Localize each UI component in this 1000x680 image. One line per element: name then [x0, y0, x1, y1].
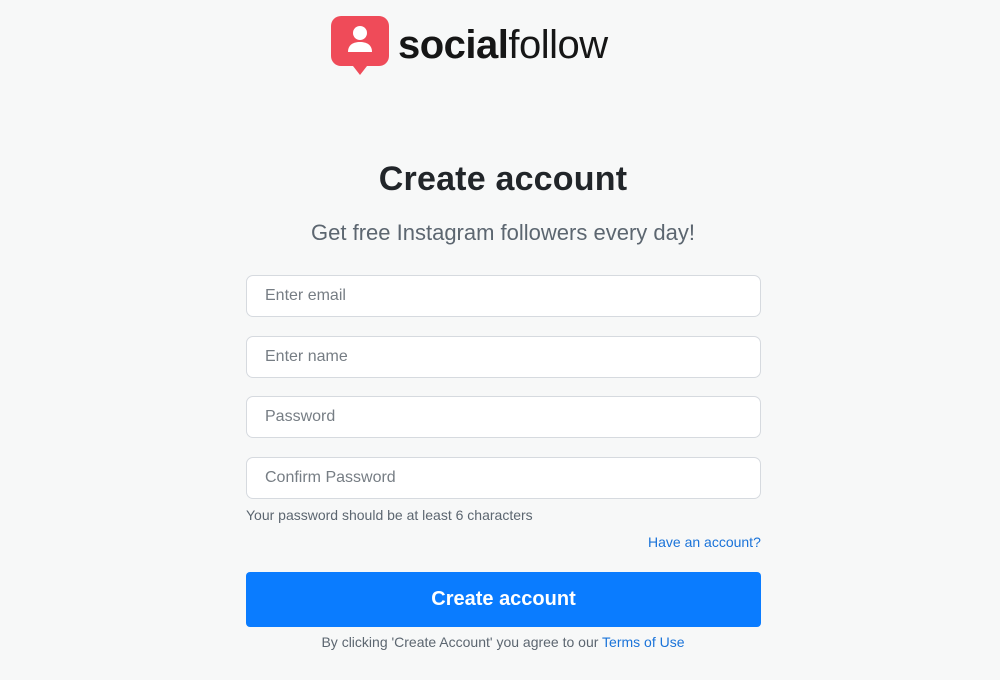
page-subtitle: Get free Instagram followers every day!: [311, 220, 695, 245]
brand-logo[interactable]: socialfollow: [331, 15, 608, 77]
name-field[interactable]: [246, 335, 761, 378]
brand-name: socialfollow: [398, 25, 608, 65]
page-title: Create account: [378, 160, 628, 198]
email-field[interactable]: [246, 275, 761, 317]
terms-prefix: By clicking 'Create Account' you agree t…: [321, 634, 599, 650]
signup-form: [246, 275, 761, 499]
brand-name-light: follow: [508, 23, 608, 67]
brand-name-bold: social: [398, 23, 509, 67]
signup-page: socialfollow Create account Get free Ins…: [0, 0, 1000, 680]
password-field[interactable]: [246, 396, 761, 438]
terms-notice: By clicking 'Create Account' you agree t…: [0, 634, 1000, 650]
confirm-password-field[interactable]: [246, 456, 761, 499]
have-account-link[interactable]: Have an account?: [648, 534, 761, 550]
create-account-button[interactable]: Create account: [246, 572, 761, 627]
terms-of-use-link[interactable]: Terms of Use: [602, 634, 684, 650]
user-pin-icon: [331, 16, 389, 75]
password-hint: Your password should be at least 6 chara…: [246, 507, 533, 523]
